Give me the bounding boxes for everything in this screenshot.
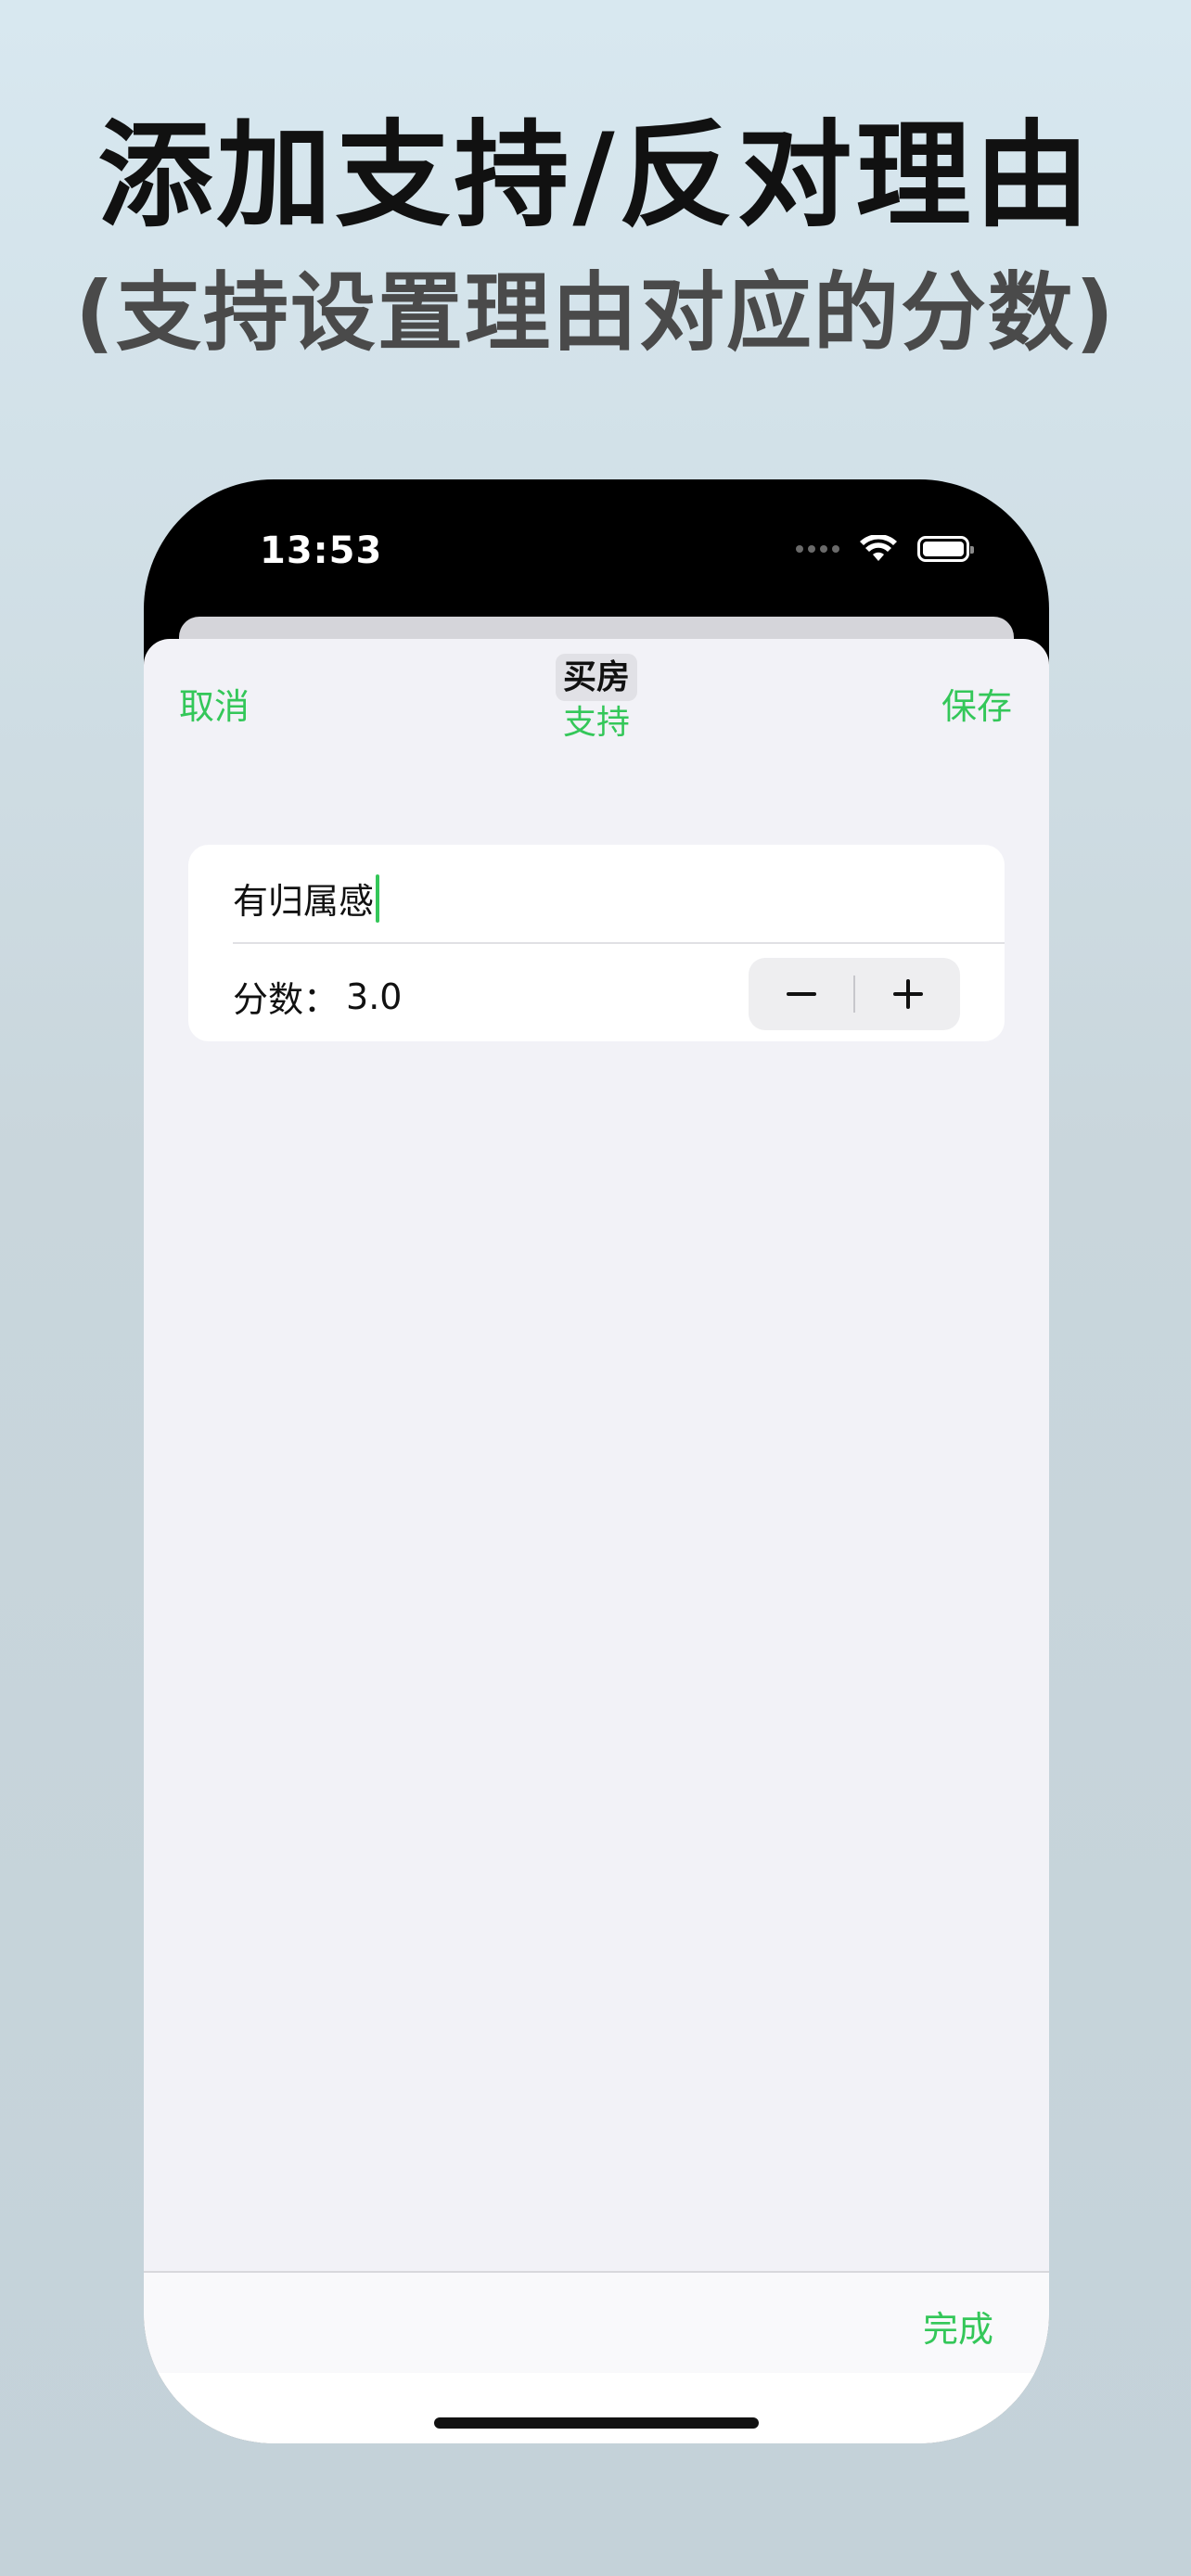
reason-input-value: 有归属感 — [233, 881, 375, 922]
decrement-button[interactable] — [749, 958, 853, 1030]
promo-subline: (支持设置理由对应的分数) — [74, 263, 1117, 363]
score-value: 3.0 — [346, 976, 403, 1017]
home-area — [144, 2373, 1049, 2443]
row-divider — [233, 942, 1005, 944]
edit-reason-sheet: 取消 买房 支持 保存 有归属感 分数： 3.0 完成 — [144, 639, 1049, 2443]
status-time: 13:53 — [260, 529, 383, 572]
keyboard-toolbar: 完成 — [144, 2271, 1049, 2373]
reason-form-card: 有归属感 分数： 3.0 — [188, 845, 1005, 1041]
promo-headline: 添加支持/反对理由 — [97, 109, 1094, 243]
reason-input[interactable]: 有归属感 — [233, 873, 380, 924]
nav-subtitle: 支持 — [562, 704, 631, 743]
wifi-icon — [860, 535, 897, 561]
score-stepper — [749, 958, 960, 1030]
phone-frame: 13:53 取消 买房 支持 保存 有归属感 分数： 3.0 完成 — [144, 479, 1049, 2443]
cellular-signal-icon — [796, 545, 839, 553]
home-indicator[interactable] — [434, 2417, 759, 2429]
increment-button[interactable] — [855, 958, 960, 1030]
battery-icon — [917, 536, 974, 562]
navigation-bar: 取消 买房 支持 保存 — [144, 639, 1049, 778]
nav-title-group: 买房 支持 — [555, 654, 638, 743]
score-label: 分数： — [233, 979, 339, 1020]
status-icons — [796, 535, 974, 563]
save-button[interactable]: 保存 — [941, 678, 1012, 729]
text-cursor — [376, 874, 380, 923]
minus-icon — [786, 992, 816, 996]
cancel-button[interactable]: 取消 — [179, 678, 250, 729]
nav-title: 买房 — [555, 654, 638, 702]
score-display: 分数： 3.0 — [233, 971, 402, 1022]
plus-icon — [892, 979, 923, 1009]
done-button[interactable]: 完成 — [923, 2301, 993, 2352]
